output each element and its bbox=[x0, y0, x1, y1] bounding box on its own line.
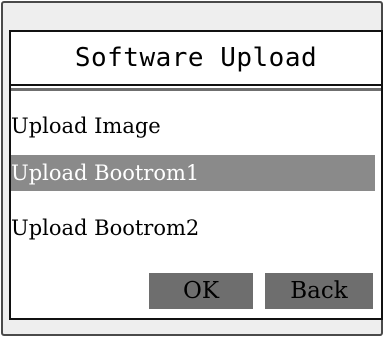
menu-item-upload-image[interactable]: Upload Image bbox=[11, 108, 375, 144]
menu-item-upload-bootrom2[interactable]: Upload Bootrom2 bbox=[11, 210, 375, 246]
menu-item-label: Upload Bootrom1 bbox=[11, 161, 200, 185]
title-separator bbox=[11, 88, 381, 91]
software-upload-dialog: Software Upload Upload Image Upload Boot… bbox=[9, 30, 383, 320]
back-button[interactable]: Back bbox=[265, 273, 373, 309]
dialog-title: Software Upload bbox=[74, 43, 318, 73]
menu-item-label: Upload Image bbox=[11, 114, 161, 138]
menu-item-upload-bootrom1[interactable]: Upload Bootrom1 bbox=[11, 155, 375, 191]
ok-button[interactable]: OK bbox=[149, 273, 253, 309]
dialog-title-bar: Software Upload bbox=[11, 32, 381, 86]
menu-item-label: Upload Bootrom2 bbox=[11, 216, 200, 240]
